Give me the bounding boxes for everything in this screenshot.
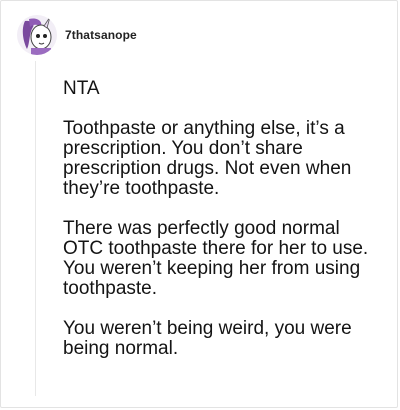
- comment-header: 7thatsanope: [17, 15, 137, 55]
- comment-body: NTA Toothpaste or anything else, it’s a …: [63, 79, 383, 379]
- comment-card: 7thatsanope NTA Toothpaste or anything e…: [0, 0, 398, 408]
- comment-paragraph-3: There was perfectly good normal OTC toot…: [63, 218, 369, 299]
- thread-line: [35, 61, 36, 396]
- avatar[interactable]: [17, 15, 57, 55]
- comment-paragraph-1: NTA: [63, 78, 100, 99]
- comment-paragraph-2: Toothpaste or anything else, it’s a pres…: [63, 118, 352, 199]
- comment-paragraph-4: You weren’t being weird, you were being …: [63, 318, 352, 359]
- username[interactable]: 7thatsanope: [65, 28, 137, 42]
- unicorn-avatar-icon: [17, 15, 57, 55]
